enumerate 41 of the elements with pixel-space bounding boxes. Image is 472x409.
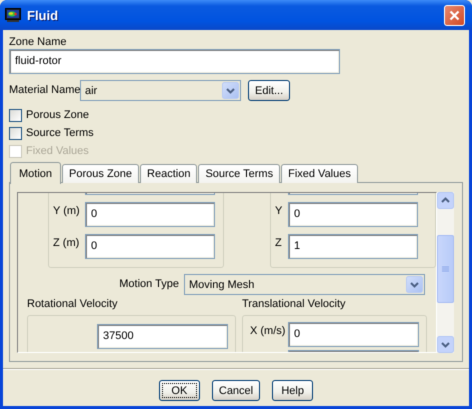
input-field[interactable]: 0 <box>85 202 215 227</box>
dialog-button[interactable]: Cancel <box>212 380 260 401</box>
input-field[interactable]: fluid-rotor <box>9 49 340 74</box>
scroll-up-button[interactable] <box>437 192 454 209</box>
window-title: Fluid <box>27 8 60 22</box>
scroll-down-button[interactable] <box>437 336 454 353</box>
close-button[interactable] <box>444 4 465 26</box>
dropdown[interactable]: Moving Mesh <box>184 274 425 295</box>
checkbox-label: Porous Zone <box>26 109 89 121</box>
group-title: Rotational Velocity <box>27 298 118 311</box>
tab[interactable]: Motion <box>10 162 62 184</box>
field-label: Material Name <box>9 84 80 97</box>
input-field[interactable]: 1 <box>288 234 418 259</box>
field-label: Y <box>275 204 284 219</box>
field-label: X (m/s) <box>250 324 285 339</box>
tab[interactable]: Source Terms <box>198 164 280 183</box>
field-label: Motion Type <box>119 278 179 291</box>
app-icon <box>5 8 21 22</box>
tab[interactable]: Fixed Values <box>281 164 358 183</box>
tab[interactable]: Reaction <box>140 164 198 183</box>
scroll-thumb[interactable] <box>437 235 454 303</box>
input-field[interactable]: 0 <box>288 322 419 347</box>
input-field[interactable]: 0 <box>288 202 418 227</box>
checkbox[interactable] <box>9 126 22 140</box>
close-icon <box>449 10 460 20</box>
input-field[interactable]: 0 <box>85 234 215 259</box>
field-label: Z (m) <box>53 236 80 251</box>
dropdown[interactable]: air <box>80 80 241 101</box>
checkbox-label: Source Terms <box>26 127 94 139</box>
input-field[interactable]: 37500 <box>97 324 228 349</box>
field-label: Zone Name <box>9 36 68 49</box>
edit-button[interactable]: Edit... <box>248 80 290 101</box>
field-label: Y (m) <box>53 204 81 219</box>
tab[interactable]: Porous Zone <box>62 164 140 183</box>
dialog-button[interactable]: OK <box>158 380 200 401</box>
group-title: Translational Velocity <box>242 298 347 311</box>
field-label: Z <box>275 236 283 251</box>
checkbox-label: Fixed Values <box>26 145 89 157</box>
checkbox[interactable] <box>9 108 22 122</box>
dialog-button[interactable]: Help <box>272 380 314 401</box>
scrollbar[interactable] <box>437 192 454 353</box>
